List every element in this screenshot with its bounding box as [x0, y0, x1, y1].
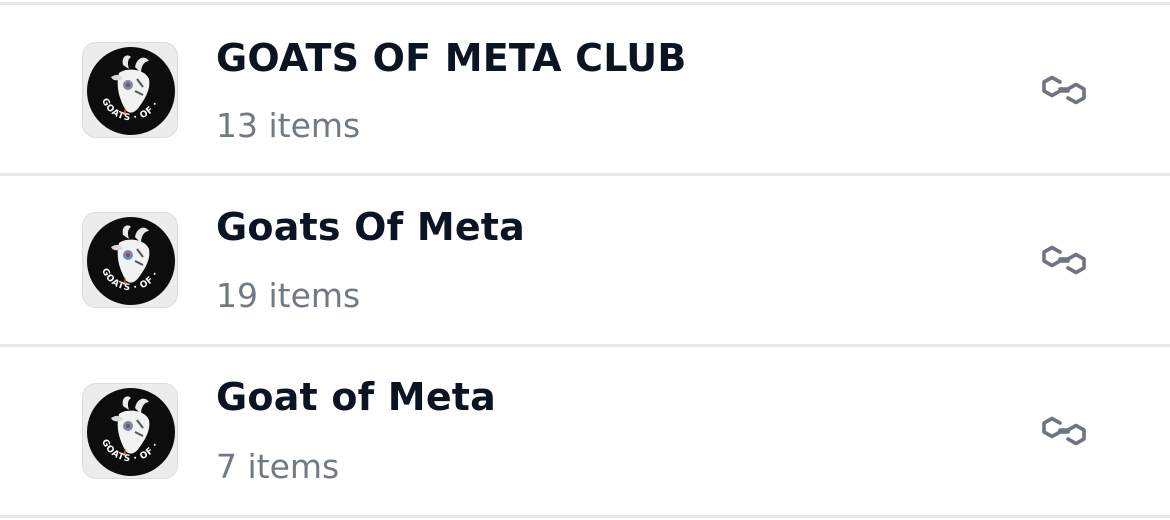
collection-name: Goat of Meta	[216, 375, 496, 419]
divider	[0, 2, 1170, 5]
goats-of-meta-logo-icon	[82, 212, 178, 308]
collection-row[interactable]: Goats Of Meta 19 items	[0, 176, 1170, 343]
goats-of-meta-logo-icon	[82, 383, 178, 479]
collection-name: GOATS OF META CLUB	[216, 36, 687, 80]
polygon-icon	[1038, 411, 1090, 451]
polygon-icon	[1038, 70, 1090, 110]
collection-name: Goats Of Meta	[216, 205, 526, 249]
collection-item-count: 7 items	[216, 447, 340, 486]
collection-list: GOATS OF META CLUB 13 items Goats Of Met…	[0, 0, 1170, 520]
collection-item-count: 19 items	[216, 276, 361, 315]
goats-of-meta-logo-icon	[82, 42, 178, 138]
collection-item-count: 13 items	[216, 106, 361, 145]
polygon-icon	[1038, 240, 1090, 280]
collection-row[interactable]: GOATS OF META CLUB 13 items	[0, 6, 1170, 173]
divider	[0, 515, 1170, 518]
collection-row[interactable]: Goat of Meta 7 items	[0, 347, 1170, 514]
